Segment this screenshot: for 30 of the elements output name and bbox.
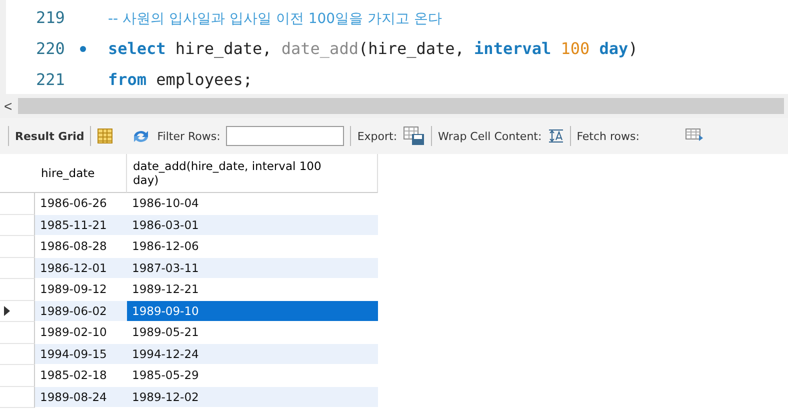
table-cell[interactable]: 1994-12-24 [127,344,378,365]
table-cell[interactable]: 1994-09-15 [35,344,127,365]
line-number: 219 [36,8,66,27]
scrollbar-thumb[interactable] [18,98,784,114]
scroll-left-button[interactable]: < [4,98,12,114]
table-cell[interactable]: 1989-06-02 [35,300,127,322]
grid-columns-icon[interactable] [97,128,114,144]
filter-rows-label: Filter Rows: [157,130,220,142]
wrap-text-icon[interactable] [548,128,564,144]
wrap-cell-content-label: Wrap Cell Content: [438,130,542,142]
table-cell[interactable]: 1986-12-01 [35,258,127,279]
table-cell[interactable]: 1986-03-01 [127,214,378,236]
column-header[interactable]: date_add(hire_date, interval 100 day) [127,154,378,193]
fetch-rows-label: Fetch rows: [576,130,640,142]
code-line: select hire_date, date_add(hire_date, interval 100 day) [108,39,638,58]
filter-rows-field[interactable] [226,126,344,146]
result-grid-tab[interactable]: Result Grid [15,130,84,142]
table-cell[interactable]: 1985-11-21 [35,214,127,236]
line-number: 220 [36,39,66,58]
line-number: 221 [36,70,66,89]
horizontal-scrollbar[interactable]: < [0,94,788,118]
table-cell[interactable]: 1989-08-24 [35,386,127,408]
table-cell[interactable]: 1987-03-11 [127,258,378,279]
current-row-icon [4,306,10,316]
table-cell[interactable]: 1989-12-02 [127,386,378,408]
code-line: from employees; [108,70,252,89]
code-line: -- 사원의 입사일과 입사일 이전 100일을 가지고 온다 [108,10,442,28]
export-label: Export: [357,130,398,142]
table-cell[interactable]: 1989-09-10 [127,300,378,322]
export-icon[interactable] [403,126,426,146]
